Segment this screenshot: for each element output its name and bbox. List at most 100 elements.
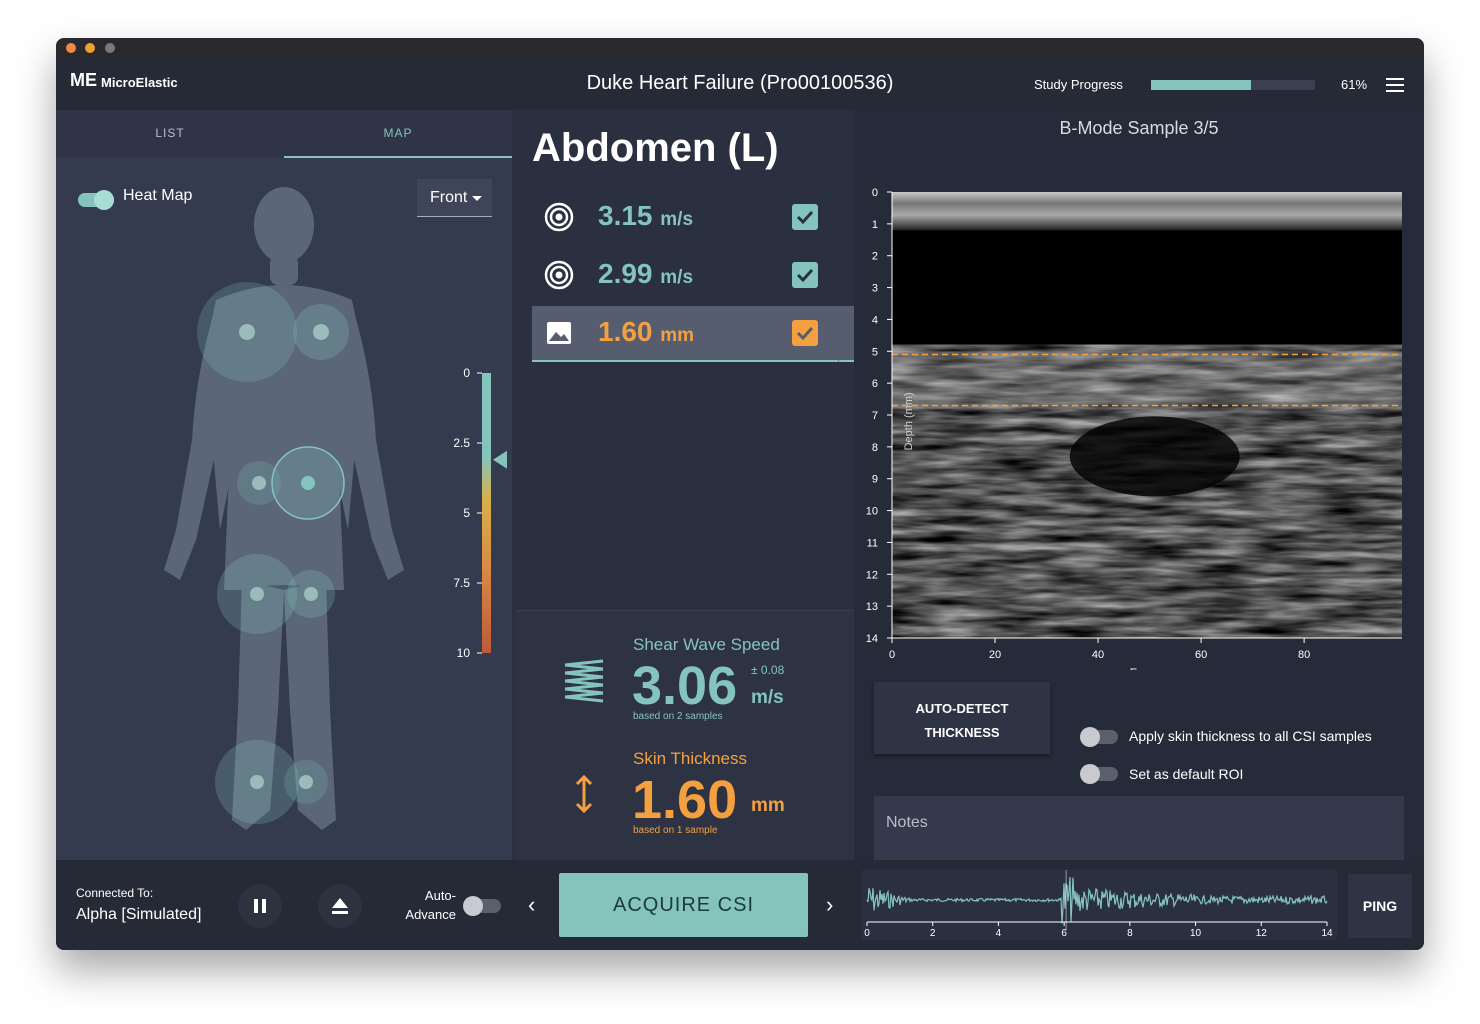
hamburger-menu-icon[interactable] bbox=[1386, 78, 1404, 92]
connected-label: Connected To: bbox=[76, 886, 154, 900]
wave-tick-label: 2 bbox=[930, 928, 936, 939]
title-bar bbox=[56, 38, 1424, 58]
bmode-chart[interactable]: Depth (mm)01234567891011121314020406080F… bbox=[854, 110, 1424, 670]
auto-advance-label: Auto- Advance bbox=[405, 888, 456, 922]
wave-tick-label: 12 bbox=[1256, 928, 1268, 939]
ping-button[interactable]: PING bbox=[1348, 874, 1412, 938]
target-icon bbox=[544, 202, 574, 232]
apply-all-toggle[interactable] bbox=[1080, 727, 1118, 747]
heat-spot-center[interactable] bbox=[301, 476, 315, 490]
eject-icon bbox=[332, 898, 348, 914]
scale-tick-label: 5 bbox=[463, 506, 470, 520]
shear-wave-deviation: ± 0.08 bbox=[751, 663, 785, 677]
tab-list[interactable]: LIST bbox=[56, 110, 284, 158]
skin-thickness-unit: mm bbox=[751, 795, 785, 816]
measurement-value: 2.99 m/s bbox=[598, 258, 694, 289]
region-title: Abdomen (L) bbox=[532, 126, 779, 170]
shear-wave-label: Shear Wave Speed bbox=[633, 635, 780, 654]
heat-spot-center[interactable] bbox=[252, 476, 266, 490]
close-window-button[interactable] bbox=[66, 43, 76, 53]
y-tick-label: 14 bbox=[866, 633, 878, 645]
view-side-select[interactable]: Front bbox=[417, 179, 492, 217]
next-chevron-icon[interactable]: › bbox=[826, 892, 833, 918]
study-progress-fill bbox=[1151, 80, 1252, 90]
measurement-checkbox[interactable] bbox=[792, 262, 818, 288]
y-tick-label: 10 bbox=[866, 506, 878, 518]
body-map-panel: LIST MAP Heat Map Front 0 2.5 5 7.5 10 bbox=[56, 110, 512, 860]
body-map bbox=[164, 187, 507, 830]
heat-spot-center[interactable] bbox=[299, 775, 313, 789]
auto-detect-thickness-button[interactable]: AUTO-DETECT THICKNESS bbox=[874, 682, 1050, 754]
x-tick-label: 60 bbox=[1195, 649, 1207, 661]
acquire-csi-button[interactable]: ACQUIRE CSI bbox=[559, 873, 808, 937]
y-tick-label: 5 bbox=[872, 346, 878, 358]
y-tick-label: 2 bbox=[872, 251, 878, 263]
heat-scale-bar bbox=[482, 373, 491, 653]
heat-spot-center[interactable] bbox=[304, 587, 318, 601]
heat-spot-center[interactable] bbox=[239, 324, 255, 340]
app-header: ME MicroElastic Duke Heart Failure (Pro0… bbox=[56, 58, 1424, 110]
measurement-value: 1.60 mm bbox=[598, 316, 695, 347]
default-roi-toggle-knob bbox=[1080, 764, 1100, 784]
heat-spot-center[interactable] bbox=[250, 587, 264, 601]
pause-button[interactable] bbox=[238, 884, 282, 928]
y-tick-label: 9 bbox=[872, 474, 878, 486]
default-roi-toggle[interactable] bbox=[1080, 764, 1118, 784]
y-axis-label: Depth (mm) bbox=[903, 392, 915, 450]
heat-spot-center[interactable] bbox=[313, 324, 329, 340]
previous-chevron-icon[interactable]: ‹ bbox=[528, 892, 535, 918]
heat-spot-center[interactable] bbox=[250, 775, 264, 789]
auto-detect-label-line1: AUTO-DETECT bbox=[915, 701, 1009, 716]
default-roi-label: Set as default ROI bbox=[1129, 766, 1244, 782]
measurement-value: 3.15 m/s bbox=[598, 200, 694, 231]
auto-detect-label-line2: THICKNESS bbox=[924, 725, 1000, 740]
bmode-image bbox=[892, 192, 1402, 638]
y-tick-label: 3 bbox=[872, 283, 878, 295]
heat-map-label: Heat Map bbox=[123, 187, 193, 204]
measurements-panel: Abdomen (L) 3.15 m/s 2.99 m/s 1.60 mm Sh… bbox=[516, 110, 854, 860]
y-tick-label: 7 bbox=[872, 410, 878, 422]
heat-map-toggle-knob bbox=[94, 190, 114, 210]
heat-scale-pointer bbox=[493, 450, 507, 469]
wave-tick-label: 8 bbox=[1127, 928, 1133, 939]
auto-advance-toggle-knob bbox=[463, 896, 483, 916]
x-tick-label: 0 bbox=[889, 649, 895, 661]
scale-tick-label: 0 bbox=[463, 366, 470, 380]
study-progress-label: Study Progress bbox=[1034, 77, 1123, 92]
scale-tick-label: 10 bbox=[456, 646, 470, 660]
measurement-row[interactable]: 3.15 m/s bbox=[532, 190, 854, 246]
auto-advance-toggle[interactable] bbox=[463, 896, 501, 916]
study-progress-percent: 61% bbox=[1341, 77, 1368, 92]
eject-button[interactable] bbox=[318, 884, 362, 928]
study-progress-bar bbox=[1151, 80, 1315, 90]
view-tabs: LIST MAP bbox=[56, 110, 512, 158]
notes-label: Notes bbox=[886, 814, 928, 831]
target-icon bbox=[544, 260, 574, 290]
tab-map[interactable]: MAP bbox=[284, 110, 512, 158]
scale-tick-label: 7.5 bbox=[453, 576, 470, 590]
y-tick-label: 1 bbox=[872, 219, 878, 231]
skin-thickness-label: Skin Thickness bbox=[633, 749, 748, 768]
notes-field[interactable]: Notes bbox=[874, 796, 1404, 860]
shear-wave-value: 3.06 bbox=[632, 656, 738, 716]
measurement-checkbox[interactable] bbox=[792, 320, 818, 346]
view-side-value: Front bbox=[430, 189, 468, 206]
y-tick-label: 12 bbox=[866, 569, 878, 581]
y-tick-label: 13 bbox=[866, 601, 878, 613]
vertical-arrows-icon bbox=[575, 774, 593, 814]
shear-wave-unit: m/s bbox=[751, 687, 784, 708]
bmode-surface-band bbox=[892, 192, 1402, 231]
minimize-window-button[interactable] bbox=[85, 43, 95, 53]
heat-map-toggle[interactable] bbox=[78, 190, 114, 210]
measurement-row-selected[interactable]: 1.60 mm bbox=[532, 306, 854, 362]
connected-device: Alpha [Simulated] bbox=[76, 906, 202, 923]
checkmark-icon bbox=[796, 268, 814, 283]
checkmark-icon bbox=[796, 326, 814, 341]
zoom-window-button[interactable] bbox=[105, 43, 115, 53]
apply-all-toggle-knob bbox=[1080, 727, 1100, 747]
measurement-checkbox[interactable] bbox=[792, 204, 818, 230]
measurement-row[interactable]: 2.99 m/s bbox=[532, 248, 854, 304]
bmode-skin-layer bbox=[892, 351, 1402, 409]
skin-thickness-note: based on 1 sample bbox=[633, 825, 718, 836]
waveform-plot: 0 2 4 6 8 10 12 14 bbox=[862, 870, 1337, 940]
